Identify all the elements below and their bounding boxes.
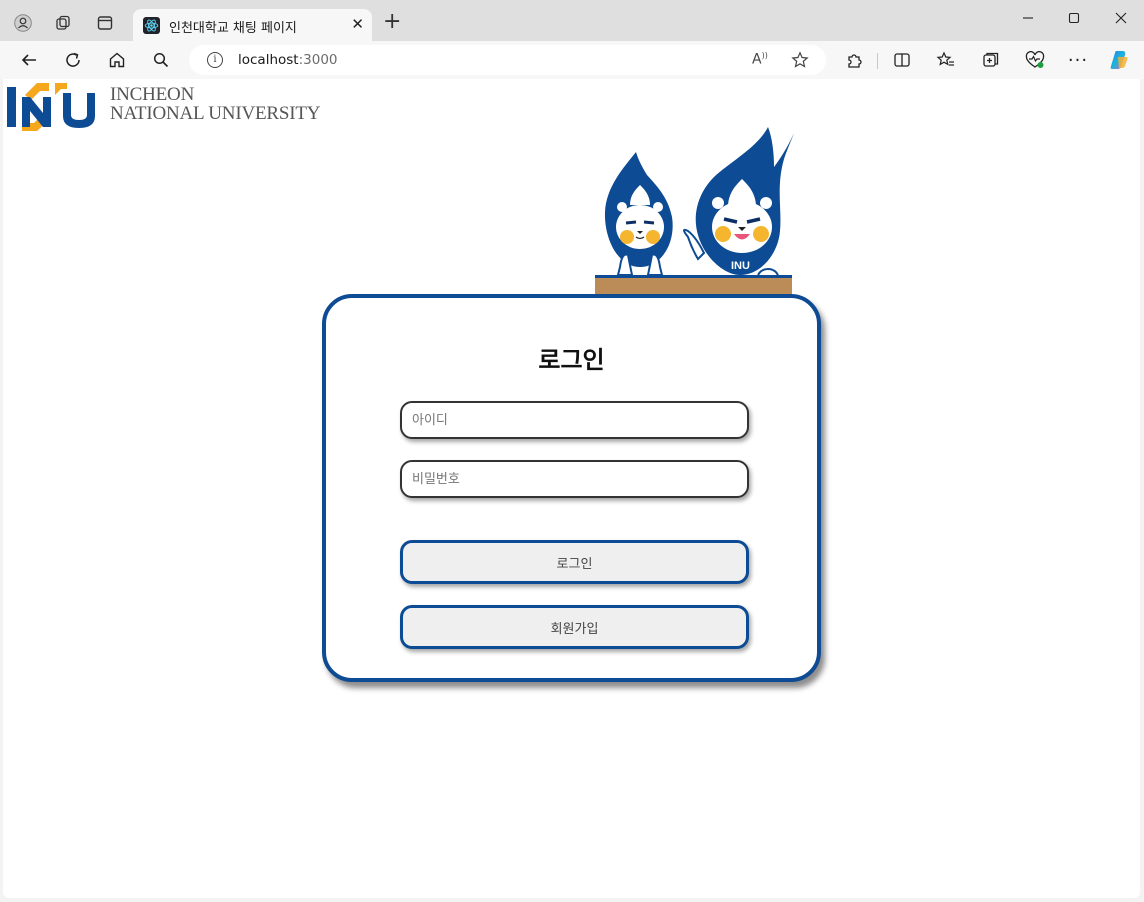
profile-icon[interactable] bbox=[10, 10, 36, 36]
password-input[interactable] bbox=[402, 462, 747, 496]
minimize-icon[interactable] bbox=[1013, 6, 1043, 30]
url-port: :3000 bbox=[298, 52, 338, 68]
inu-emblem-icon bbox=[7, 83, 95, 131]
id-input[interactable] bbox=[402, 403, 747, 437]
small-mascot bbox=[604, 152, 673, 276]
tab-active[interactable]: 인천대학교 채팅 페이지 ✕ bbox=[133, 9, 372, 42]
search-icon[interactable] bbox=[149, 48, 173, 72]
back-icon[interactable] bbox=[17, 48, 41, 72]
signup-button[interactable]: 회원가입 bbox=[400, 605, 749, 649]
collections-icon[interactable] bbox=[980, 49, 1002, 71]
more-options-icon[interactable]: ··· bbox=[1067, 49, 1089, 71]
tab-bar: 인천대학교 채팅 페이지 ✕ + bbox=[0, 0, 1144, 42]
logo-wordmark: INCHEON NATIONAL UNIVERSITY bbox=[110, 85, 320, 123]
id-field bbox=[400, 401, 749, 439]
login-title: 로그인 bbox=[538, 346, 605, 374]
favorite-star-icon[interactable] bbox=[791, 51, 809, 73]
tab-title: 인천대학교 채팅 페이지 bbox=[169, 21, 297, 36]
browser-essentials-icon[interactable] bbox=[1024, 49, 1046, 71]
split-screen-icon[interactable] bbox=[891, 49, 913, 71]
url-text[interactable]: localhost:3000 bbox=[238, 52, 338, 68]
login-button[interactable]: 로그인 bbox=[400, 540, 749, 584]
react-favicon-icon bbox=[143, 17, 160, 34]
close-tab-icon[interactable]: ✕ bbox=[351, 15, 364, 33]
logo-line-2: NATIONAL UNIVERSITY bbox=[110, 103, 321, 124]
tab-actions-icon[interactable] bbox=[92, 10, 118, 36]
mascot-illustration: INU bbox=[595, 127, 794, 307]
maximize-icon[interactable] bbox=[1059, 6, 1089, 30]
browser-window: 인천대학교 채팅 페이지 ✕ + i localhost:3000 A)) ··… bbox=[0, 0, 1144, 902]
url-host: localhost bbox=[238, 52, 299, 68]
copilot-icon[interactable] bbox=[1108, 49, 1130, 71]
extensions-icon[interactable] bbox=[843, 49, 865, 71]
new-tab-icon[interactable]: + bbox=[383, 11, 401, 33]
logo-line-1: INCHEON bbox=[110, 84, 195, 105]
close-window-icon[interactable] bbox=[1106, 6, 1136, 30]
address-toolbar: i localhost:3000 A)) ··· bbox=[0, 41, 1144, 79]
read-aloud-icon[interactable]: A)) bbox=[752, 51, 768, 68]
login-card: 로그인 로그인 회원가입 bbox=[322, 294, 821, 682]
home-icon[interactable] bbox=[105, 48, 129, 72]
svg-text:INU: INU bbox=[731, 260, 750, 272]
site-info-icon[interactable]: i bbox=[207, 52, 223, 68]
address-bar[interactable]: i localhost:3000 A)) bbox=[189, 45, 826, 75]
big-mascot: INU bbox=[683, 127, 794, 286]
toolbar-divider bbox=[877, 53, 878, 69]
inu-logo[interactable]: INCHEON NATIONAL UNIVERSITY bbox=[5, 79, 325, 135]
workspaces-icon[interactable] bbox=[50, 10, 76, 36]
favorites-icon[interactable] bbox=[935, 49, 957, 71]
refresh-icon[interactable] bbox=[61, 48, 85, 72]
page-viewport: INCHEON NATIONAL UNIVERSITY INU 로그인 아이디 … bbox=[3, 79, 1140, 898]
password-field bbox=[400, 460, 749, 498]
